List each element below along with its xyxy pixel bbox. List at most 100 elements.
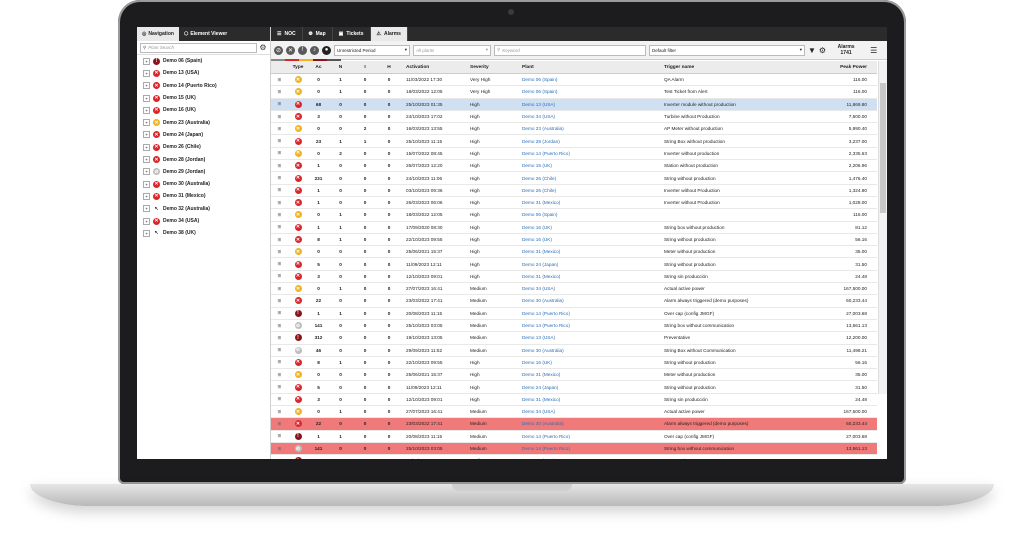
cell-plant-link[interactable]: Demo 24 (Japan) [518,381,661,392]
expand-row-icon[interactable]: ⊞ [271,185,288,196]
col-h[interactable]: H [378,61,400,73]
table-row[interactable]: ⊞ ✕ 0 1 0 0 18/03/2022 12:05 High Demo 06 (Spain… [271,209,877,222]
expand-row-icon[interactable]: ⊞ [271,172,288,183]
cell-plant-link[interactable]: Demo 13 (USA) [518,332,661,343]
cell-plant-link[interactable]: Demo 31 (Mexico) [518,246,661,257]
table-row[interactable]: ⊞ ✕ 0 0 0 0 25/06/2021 15:37 High Demo 31 (Mexic… [271,246,877,259]
expand-plus-icon[interactable]: + [143,192,150,200]
table-row[interactable]: ⊞ ✕ 0 1 0 0 18/03/2022 12:05 Very High Demo 06 (… [271,86,877,99]
expand-plus-icon[interactable]: + [143,229,150,237]
table-row[interactable]: ⊞ ✕ 68 0 0 0 25/10/2023 01:35 High Demo 13 (USA)… [271,98,877,111]
tab-element-viewer[interactable]: ⬡ Element Viewer [179,27,232,41]
expand-row-icon[interactable]: ⊞ [271,222,288,233]
sidebar-item-plant[interactable]: + ✕ Demo 23 (Australia) [137,116,270,128]
expand-row-icon[interactable]: ⊞ [271,160,288,171]
scrollbar-thumb[interactable] [880,83,886,213]
cell-plant-link[interactable]: Demo 34 (USA) [518,111,661,122]
expand-row-icon[interactable]: ⊞ [271,246,288,257]
expand-plus-icon[interactable]: + [143,180,150,188]
exclamation-icon[interactable]: ! [298,45,307,55]
tab-noc[interactable]: ☰ NOC [271,27,303,41]
expand-row-icon[interactable]: ⊞ [271,431,288,442]
cell-plant-link[interactable]: Demo 31 (Mexico) [518,271,661,282]
cell-plant-link[interactable]: Demo 30 (Australia) [518,418,661,429]
cell-plant-link[interactable]: Demo 06 (Spain) [518,86,661,97]
table-row[interactable]: ⊞ ✕ 0 2 0 0 15/07/2022 08:45 High Demo 14 (Puert… [271,148,877,161]
expand-row-icon[interactable]: ⊞ [271,135,288,146]
expand-row-icon[interactable]: ⊞ [271,197,288,208]
col-trigger-name[interactable]: Trigger name [661,61,804,73]
table-row[interactable]: ⊞ ✕ 0 0 2 0 16/03/2023 13:55 High Demo 23 (Austr… [271,123,877,136]
table-row[interactable]: ⊞ ✕ 0 1 0 0 27/07/2023 16:41 Medium Demo 34 (USA… [271,406,877,419]
table-row[interactable]: ⊞ ✕ 5 0 0 0 11/09/2023 12:11 High Demo 24 (Japan… [271,381,877,394]
expand-plus-icon[interactable]: + [143,168,150,176]
expand-plus-icon[interactable]: + [143,119,150,127]
table-row[interactable]: ⊞ ✕ 231 0 0 0 24/10/2023 11:06 High Demo 26 (Chi… [271,172,877,185]
expand-row-icon[interactable]: ⊞ [271,357,288,368]
cell-plant-link[interactable]: Demo 26 (Chile) [518,172,661,183]
tab-alarms[interactable]: ⚠ Alarms [370,27,408,41]
table-scrollbar[interactable] [878,61,887,394]
col-peak-power[interactable]: Peak Power [804,61,877,73]
cell-plant-link[interactable]: Demo 14 (Puerto Rico) [518,308,661,319]
sidebar-item-plant[interactable]: + ✕ Demo 15 (UK) [137,92,270,104]
expand-plus-icon[interactable]: + [143,205,150,213]
expand-plus-icon[interactable]: + [143,143,150,151]
expand-row-icon[interactable]: ⊞ [271,332,288,343]
expand-row-icon[interactable]: ⊞ [271,443,288,454]
bell-icon[interactable]: ♪ [310,45,319,55]
cell-plant-link[interactable]: Demo 14 (Puerto Rico) [518,431,661,442]
sidebar-item-plant[interactable]: + ↖ Demo 32 (Australia) [137,203,270,215]
sidebar-item-plant[interactable]: + ✕ Demo 26 (Chile) [137,141,270,153]
cell-plant-link[interactable]: Demo 16 (UK) [518,234,661,245]
expand-row-icon[interactable]: ⊞ [271,418,288,429]
table-row[interactable]: ⊞ ✕ 1 0 0 0 03/10/2023 09:36 High Demo 26 (Chile… [271,185,877,197]
table-row[interactable]: ⊞ ✕ 1 0 0 0 26/03/2023 06:06 High Demo 31 (Mexic… [271,197,877,210]
table-row[interactable]: ⊞ ⊘ 141 0 0 0 25/10/2023 03:05 Medium Demo 14 (P… [271,320,877,333]
cell-plant-link[interactable]: Demo 06 (Spain) [518,74,661,85]
circle-icon[interactable]: ● [322,45,331,55]
expand-row-icon[interactable]: ⊞ [271,283,288,294]
col-plant[interactable]: Plant [518,61,661,73]
period-select[interactable]: Unrestricted Period ▾ [334,44,410,56]
expand-plus-icon[interactable]: + [143,82,150,90]
expand-row-icon[interactable]: ⊞ [271,320,288,331]
plants-select[interactable]: All plants ▾ [413,44,491,56]
table-row[interactable]: ⊞ ✕ 22 0 0 0 23/03/2022 17:41 Medium Demo 30 (Au… [271,295,877,308]
table-row[interactable]: ⊞ ✕ 0 0 0 0 25/06/2021 15:37 High Demo 31 (Mexic… [271,369,877,382]
expand-row-icon[interactable]: ⊞ [271,345,288,356]
expand-row-icon[interactable]: ⊞ [271,308,288,319]
expand-plus-icon[interactable]: + [143,57,150,65]
cell-plant-link[interactable]: Demo 30 (Australia) [518,345,661,356]
expand-row-icon[interactable]: ⊞ [271,258,288,269]
expand-row-icon[interactable]: ⊞ [271,295,288,306]
table-row[interactable]: ⊞ ✕ 3 0 0 0 12/10/2023 09:01 High Demo 31 (Mexic… [271,394,877,407]
funnel-icon[interactable]: ▼ [808,46,816,55]
col-n[interactable]: N [329,61,352,73]
cell-plant-link[interactable]: Demo 14 (Puerto Rico) [518,443,661,454]
expand-row-icon[interactable]: ⊞ [271,234,288,245]
expand-row-icon[interactable]: ⊞ [271,271,288,282]
cell-plant-link[interactable]: Demo 31 (Mexico) [518,369,661,380]
gear-icon[interactable]: ⚙ [259,43,267,52]
hamburger-menu-icon[interactable]: ☰ [870,46,877,55]
sidebar-item-plant[interactable]: +! Demo 06 (Spain) [137,55,270,67]
cell-plant-link[interactable]: Demo 06 (Spain) [518,209,661,220]
cell-plant-link[interactable]: Demo 34 (USA) [518,283,661,294]
table-row[interactable]: ⊞!31200019/10/2023 13:05MediumDemo 13 (U… [271,455,877,459]
expand-plus-icon[interactable]: + [143,94,150,102]
expand-plus-icon[interactable]: + [143,69,150,77]
tab-map[interactable]: 🌐︎ Map [303,27,333,41]
cell-plant-link[interactable]: Demo 13 (USA) [518,99,661,110]
expand-row-icon[interactable]: ⊞ [271,406,288,417]
sidebar-item-plant[interactable]: + ↖ Demo 38 (UK) [137,227,270,239]
sidebar-item-plant[interactable]: + ✕ Demo 13 (USA) [137,67,270,79]
table-row[interactable]: ⊞ ✕ 8 1 0 0 22/10/2023 09:55 High Demo 16 (UK) St… [271,234,877,247]
col-activation[interactable]: Activation [400,61,466,73]
cell-plant-link[interactable]: Demo 26 (Chile) [518,185,661,196]
cell-plant-link[interactable]: Demo 34 (USA) [518,406,661,417]
table-row[interactable]: ⊞ ✕ 3 0 0 0 24/10/2023 17:02 High Demo 34 (USA) T… [271,111,877,124]
col-i[interactable]: I [352,61,378,73]
table-row[interactable]: ⊞ ✕ 0 1 0 0 11/03/2022 17:30 Very High Demo 06 (… [271,74,877,87]
sidebar-item-plant[interactable]: + ✕ Demo 30 (Australia) [137,178,270,190]
